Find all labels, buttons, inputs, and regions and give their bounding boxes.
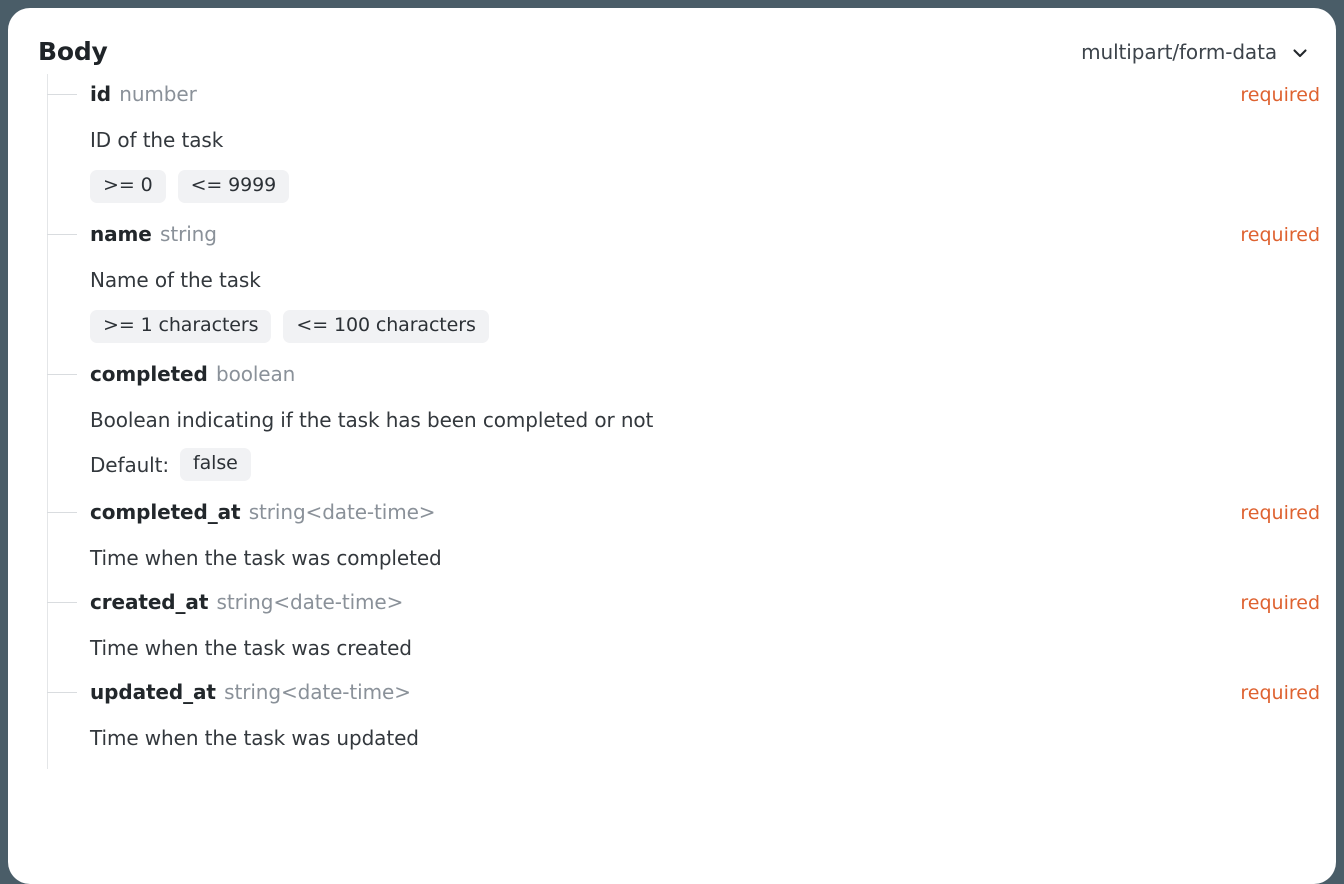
constraint-chip: <= 100 characters [283,310,489,343]
property-description: Time when the task was updated [90,726,419,750]
property-header: updated_at string<date-time> required [90,679,1336,706]
property-header: completed booleanrequired [90,361,1336,388]
property-name: name [90,222,152,246]
property-name-group: name string [90,221,217,247]
property-header: created_at string<date-time> required [90,589,1336,616]
content-type-dropdown[interactable]: multipart/form-data [1077,38,1314,66]
schema-property-row: name string required Name of the task >= 1 … [47,221,1336,361]
property-type: string [153,222,217,246]
property-type: number [112,82,197,106]
default-label: Default: [90,452,170,477]
property-type: string<date-time> [210,590,404,614]
chevron-down-icon [1290,43,1310,63]
property-name: updated_at [90,680,216,704]
property-description: Time when the task was completed [90,546,442,570]
constraint-chip: >= 0 [90,170,166,203]
required-badge: required [1240,502,1320,524]
schema-property-row: id number required ID of the task >= 0 <= 99… [47,81,1336,221]
property-name-group: id number [90,81,197,107]
required-badge: required [1240,84,1320,106]
property-name: id [90,82,111,106]
required-badge: required [1240,682,1320,704]
page-title: Body [38,37,108,66]
property-name: completed [90,362,208,386]
default-value-chip: false [180,448,251,481]
constraint-chip-row: >= 1 characters <= 100 characters [90,310,1336,343]
schema-property-tree: id number required ID of the task >= 0 <= 99… [47,74,1336,769]
schema-property-row: completed_at string<date-time> required Ti… [47,499,1336,589]
property-type: string<date-time> [217,680,411,704]
content-type-value: multipart/form-data [1081,39,1277,64]
property-description: Boolean indicating if the task has been … [90,408,654,432]
property-name-group: created_at string<date-time> [90,589,403,615]
property-name-group: completed boolean [90,361,295,387]
property-name-group: completed_at string<date-time> [90,499,436,525]
required-badge: required [1240,592,1320,614]
property-name: created_at [90,590,209,614]
panel-header: Body multipart/form-data [8,8,1336,74]
constraint-chip: >= 1 characters [90,310,272,343]
constraint-chip-row: >= 0 <= 9999 [90,170,1336,203]
schema-property-row: created_at string<date-time> required Time… [47,589,1336,679]
property-description: Name of the task [90,268,261,292]
schema-property-row: updated_at string<date-time> required Time… [47,679,1336,769]
schema-property-row: completed booleanrequired Boolean indicat… [47,361,1336,499]
property-name-group: updated_at string<date-time> [90,679,411,705]
property-description: ID of the task [90,128,224,152]
property-header: completed_at string<date-time> required [90,499,1336,526]
required-badge: required [1240,224,1320,246]
property-description: Time when the task was created [90,636,412,660]
property-header: name string required [90,221,1336,248]
constraint-chip: <= 9999 [177,170,290,203]
property-header: id number required [90,81,1336,108]
default-value-row: Default: false [90,448,1336,481]
property-type: boolean [209,362,296,386]
body-schema-card: Body multipart/form-data id number requir… [8,8,1336,884]
property-name: completed_at [90,500,241,524]
property-type: string<date-time> [242,500,436,524]
